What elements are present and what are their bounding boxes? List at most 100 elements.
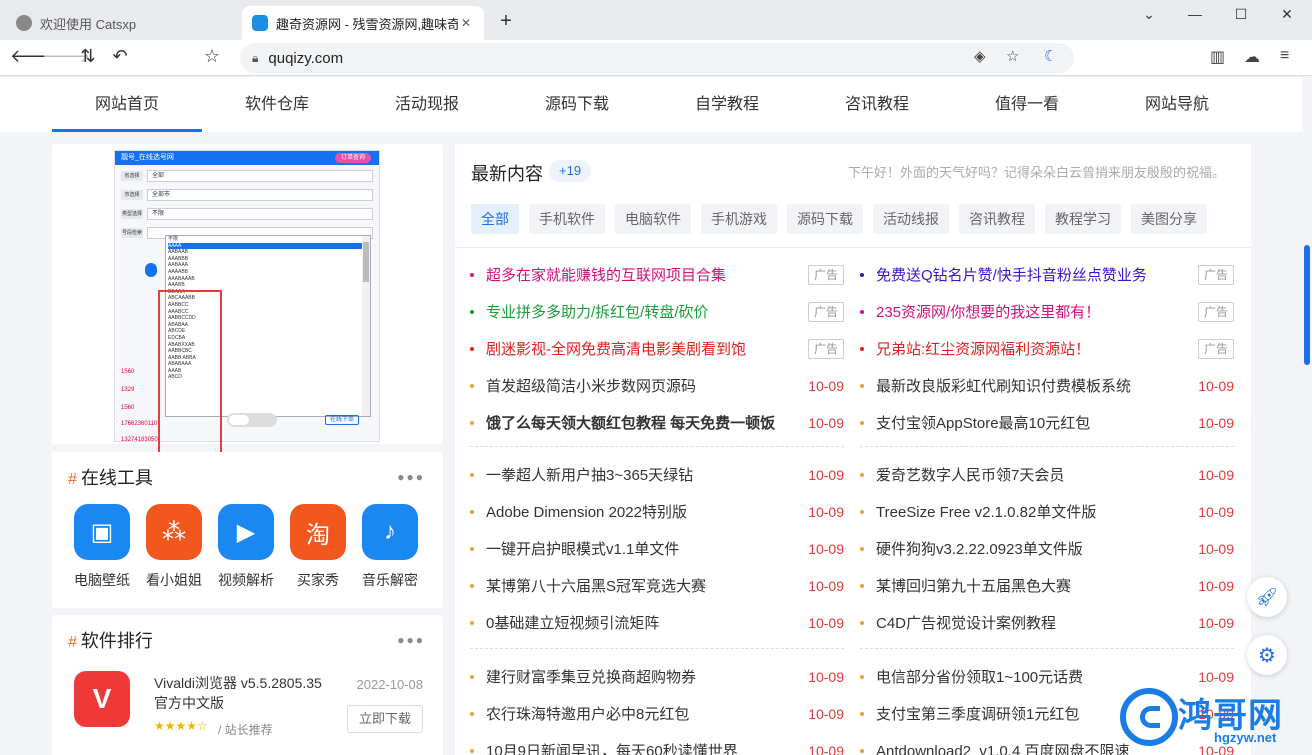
category-tab[interactable]: 全部 [471, 204, 519, 234]
list-item-title[interactable]: 专业拼多多助力/拆红包/转盘/砍价 [486, 301, 808, 322]
nav-item[interactable]: 软件仓库 [202, 77, 352, 132]
list-item-title[interactable]: 超多在家就能赚钱的互联网项目合集 [486, 264, 808, 285]
list-item-title[interactable]: 235资源网/你想要的我这里都有！ [876, 301, 1198, 322]
nav-item[interactable]: 咨讯教程 [802, 77, 952, 132]
bookmark-star-icon[interactable]: ☆ [200, 46, 224, 67]
category-tab[interactable]: 教程学习 [1045, 204, 1121, 234]
nav-item[interactable]: 网站首页 [52, 77, 202, 132]
list-item-title[interactable]: 免费送Q钻名片赞/快手抖音粉丝点赞业务 [876, 264, 1198, 285]
list-item-title[interactable]: 硬件狗狗v3.2.22.0923单文件版 [876, 538, 1194, 559]
list-item-title[interactable]: TreeSize Free v2.1.0.82单文件版 [876, 501, 1194, 522]
new-tab-button[interactable]: + [496, 10, 516, 33]
list-item[interactable]: 一键开启护眼模式v1.1单文件 10-09 [470, 530, 844, 567]
list-item-title[interactable]: C4D广告视觉设计案例教程 [876, 612, 1194, 633]
list-item[interactable]: 首发超级简洁小米步数网页源码 10-09 [470, 367, 844, 404]
layers-icon[interactable]: ◈ [974, 47, 986, 65]
list-item[interactable]: 爱奇艺数字人民币领7天会员 10-09 [860, 456, 1234, 493]
category-tab[interactable]: 活动线报 [873, 204, 949, 234]
list-item-title[interactable]: 饿了么每天领大额红包教程 每天免费一顿饭 [486, 412, 804, 433]
list-item[interactable]: 农行珠海特邀用户必中8元红包 10-09 [470, 695, 844, 732]
category-tab[interactable]: 咨讯教程 [959, 204, 1035, 234]
more-icon[interactable]: ●●● [397, 470, 425, 484]
list-item[interactable]: 0基础建立短视频引流矩阵 10-09 [470, 604, 844, 641]
list-item-title[interactable]: 爱奇艺数字人民币领7天会员 [876, 464, 1194, 485]
list-item-title[interactable]: 建行财富季集豆兑换商超购物券 [486, 666, 804, 687]
category-tab[interactable]: 电脑软件 [615, 204, 691, 234]
tool-item[interactable]: ♪ 音乐解密 [354, 504, 426, 590]
list-item-title[interactable]: 一拳超人新用户抽3~365天绿钻 [486, 464, 804, 485]
category-tab[interactable]: 手机游戏 [701, 204, 777, 234]
menu-icon[interactable]: ≡ [1280, 47, 1289, 65]
tool-item[interactable]: ▣ 电脑壁纸 [66, 504, 138, 590]
dark-mode-icon[interactable]: ☾ [1044, 47, 1057, 65]
sidebar-icon[interactable]: ▥ [1210, 47, 1225, 67]
list-item[interactable]: C4D广告视觉设计案例教程 10-09 [860, 604, 1234, 641]
download-icon[interactable]: ☁ [1244, 47, 1260, 67]
browser-tab-active[interactable]: 趣奇资源网 - 残雪资源网,趣味奇妙 ✕ [242, 6, 484, 40]
list-item-title[interactable]: 农行珠海特邀用户必中8元红包 [486, 703, 804, 724]
list-item-title[interactable]: 某博回归第九十五届黑色大赛 [876, 575, 1194, 596]
list-item[interactable]: 超多在家就能赚钱的互联网项目合集 广告 [470, 256, 844, 293]
close-window-button[interactable]: ✕ [1272, 6, 1302, 23]
reload-icon[interactable]: ⇅ [76, 46, 100, 67]
list-item-title[interactable]: 一键开启护眼模式v1.1单文件 [486, 538, 804, 559]
nav-item[interactable]: 值得一看 [952, 77, 1102, 132]
list-item[interactable]: 饿了么每天领大额红包教程 每天免费一顿饭 10-09 [470, 404, 844, 441]
category-tab[interactable]: 美图分享 [1131, 204, 1207, 234]
list-item[interactable]: 支付宝领AppStore最高10元红包 10-09 [860, 404, 1234, 441]
list-item-title[interactable]: 电信部分省份领取1~100元话费 [876, 666, 1194, 687]
list-item[interactable]: TreeSize Free v2.1.0.82单文件版 10-09 [860, 493, 1234, 530]
preview-form-row: 市选择 全部市 [121, 187, 373, 203]
nav-item[interactable]: 源码下载 [502, 77, 652, 132]
list-item[interactable]: 最新改良版彩虹代刷知识付费模板系统 10-09 [860, 367, 1234, 404]
list-item-title[interactable]: 首发超级简洁小米步数网页源码 [486, 375, 804, 396]
list-item[interactable]: 硬件狗狗v3.2.22.0923单文件版 10-09 [860, 530, 1234, 567]
favorite-icon[interactable]: ☆ [1006, 47, 1019, 65]
back-icon[interactable]: 🡐 [10, 46, 58, 67]
nav-item[interactable]: 活动现报 [352, 77, 502, 132]
list-item[interactable]: 兄弟站:红尘资源网福利资源站！ 广告 [860, 330, 1234, 367]
list-item[interactable]: 某博第八十六届黑S冠军竞选大赛 10-09 [470, 567, 844, 604]
list-item[interactable]: 一拳超人新用户抽3~365天绿钻 10-09 [470, 456, 844, 493]
rocket-icon[interactable]: 🚀︎ [1247, 577, 1287, 617]
list-item[interactable]: 10月9日新闻早讯，每天60秒读懂世界 10-09 [470, 732, 844, 755]
settings-gear-icon[interactable]: ⚙ [1247, 635, 1287, 675]
scrollbar[interactable] [1302, 77, 1312, 755]
featured-image-box[interactable]: 靓号_在线选号网 订单查询 省选择 全部 市选择 全部市 类型选择 不限 号段检索 不限 AA… [52, 144, 443, 472]
nav-item[interactable]: 网站导航 [1102, 77, 1252, 132]
minimize-button[interactable]: — [1180, 6, 1210, 22]
tool-item[interactable]: 淘买家秀 [282, 504, 354, 590]
list-item-title[interactable]: Adobe Dimension 2022特别版 [486, 501, 804, 522]
tool-item[interactable]: ▶ 视频解析 [210, 504, 282, 590]
list-item-title[interactable]: 剧迷影视-全网免费高清电影美剧看到饱 [486, 338, 808, 359]
list-item-title[interactable]: 兄弟站:红尘资源网福利资源站！ [876, 338, 1198, 359]
close-tab-icon[interactable]: ✕ [458, 16, 474, 30]
undo-icon[interactable]: ↶ [108, 46, 132, 67]
url-field[interactable]: 🔒︎ quqizy.com ◈ ☆ ☾ [240, 43, 1074, 73]
list-item[interactable]: 某博回归第九十五届黑色大赛 10-09 [860, 567, 1234, 604]
list-item[interactable]: 235资源网/你想要的我这里都有！ 广告 [860, 293, 1234, 330]
vivaldi-app-icon[interactable]: V [74, 671, 130, 727]
tab-search-button[interactable]: ⌄ [1134, 6, 1164, 23]
more-icon[interactable]: ●●● [397, 633, 425, 647]
category-tab[interactable]: 源码下载 [787, 204, 863, 234]
list-item[interactable]: 建行财富季集豆兑换商超购物券 10-09 [470, 658, 844, 695]
forward-icon[interactable]: 🡒 [42, 46, 90, 67]
list-item-title[interactable]: 10月9日新闻早讯，每天60秒读懂世界 [486, 740, 804, 755]
download-button[interactable]: 立即下载 [347, 705, 423, 733]
list-item-title[interactable]: 支付宝领AppStore最高10元红包 [876, 412, 1194, 433]
list-item[interactable]: Adobe Dimension 2022特别版 10-09 [470, 493, 844, 530]
category-tab[interactable]: 手机软件 [529, 204, 605, 234]
nav-item[interactable]: 自学教程 [652, 77, 802, 132]
list-item-title[interactable]: 某博第八十六届黑S冠军竞选大赛 [486, 575, 804, 596]
preview-dropdown-option: AAAABB [168, 268, 189, 275]
tool-item[interactable]: ⁂ 看小姐姐 [138, 504, 210, 590]
browser-tab[interactable]: 欢迎使用 Catsxp [6, 6, 242, 40]
app-name[interactable]: Vivaldi浏览器 v5.5.2805.35官方中文版 [154, 673, 334, 713]
list-item-title[interactable]: 最新改良版彩虹代刷知识付费模板系统 [876, 375, 1194, 396]
list-item[interactable]: 专业拼多多助力/拆红包/转盘/砍价 广告 [470, 293, 844, 330]
list-item[interactable]: 免费送Q钻名片赞/快手抖音粉丝点赞业务 广告 [860, 256, 1234, 293]
list-item[interactable]: 剧迷影视-全网免费高清电影美剧看到饱 广告 [470, 330, 844, 367]
maximize-button[interactable]: ☐ [1226, 6, 1256, 23]
list-item-title[interactable]: 0基础建立短视频引流矩阵 [486, 612, 804, 633]
